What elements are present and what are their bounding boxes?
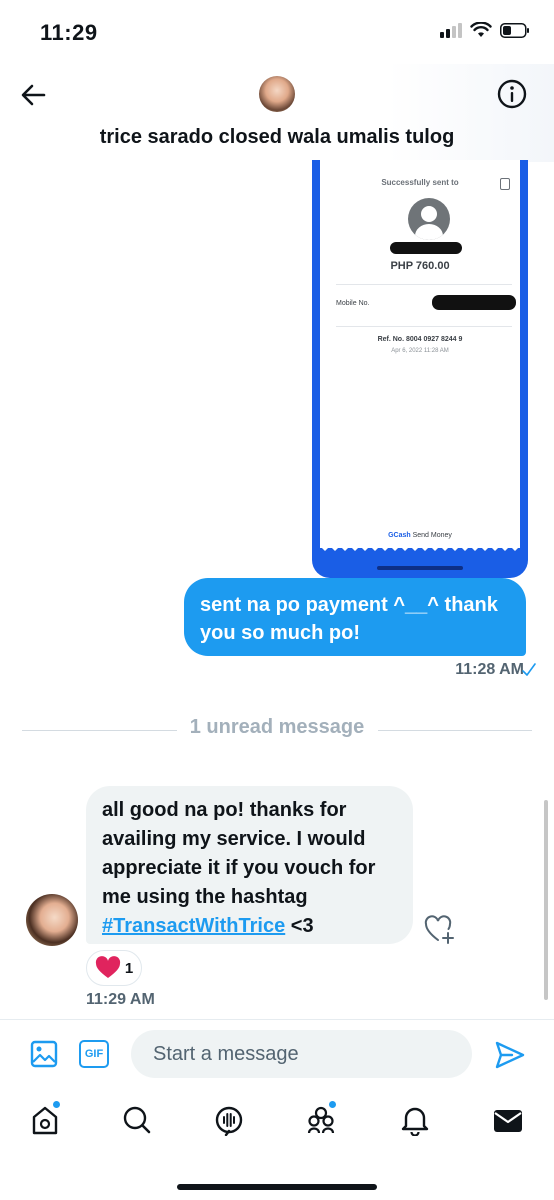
incoming-message-bubble[interactable]: all good na po! thanks for availing my s… (86, 786, 413, 944)
send-icon[interactable] (494, 1040, 526, 1070)
hashtag-link[interactable]: #TransactWithTrice (102, 915, 285, 937)
receipt-date: Apr 6, 2022 11:28 AM (391, 348, 449, 354)
reaction-count: 1 (124, 959, 134, 977)
battery-icon (500, 22, 529, 38)
gif-icon[interactable]: GIF (79, 1040, 109, 1068)
receipt-reference: Ref. No. 8004 0927 8244 9 (377, 336, 463, 343)
search-icon[interactable] (122, 1104, 152, 1136)
conversation-header: trice sarado closed wala umalis tulog (0, 64, 554, 162)
receipt-image-attachment[interactable]: Successfully sent to PHP 760.00 Mobile N… (312, 160, 528, 578)
receipt-heading: Successfully sent to (381, 178, 459, 187)
outgoing-message-bubble[interactable]: sent na po payment ^__^ thank you so muc… (184, 578, 526, 656)
receipt-divider (336, 284, 512, 285)
incoming-message-text: all good na po! thanks for availing my s… (102, 799, 376, 908)
cellular-signal-icon (440, 22, 462, 38)
receipt-divider (336, 326, 512, 327)
scrollbar[interactable] (544, 800, 548, 1000)
redacted-mobile (432, 295, 516, 310)
conversation-title[interactable]: trice sarado closed wala umalis tulog (0, 126, 554, 149)
sender-avatar[interactable] (26, 894, 78, 946)
receipt-brand: GCash Send Money (388, 532, 452, 539)
composer-divider (0, 1019, 554, 1020)
recipient-avatar (408, 198, 450, 240)
bell-icon[interactable] (400, 1104, 430, 1136)
status-icons (440, 22, 530, 38)
add-reaction-icon[interactable] (424, 914, 456, 944)
message-input[interactable] (131, 1030, 472, 1078)
redacted-name (390, 242, 462, 254)
unread-divider-label: 1 unread message (189, 716, 365, 738)
wifi-icon (470, 22, 492, 37)
status-time: 11:29 (40, 20, 98, 45)
download-icon (500, 178, 510, 190)
receipt-card: Successfully sent to PHP 760.00 Mobile N… (320, 160, 520, 548)
info-icon[interactable] (496, 78, 528, 110)
outgoing-message-time: 11:28 AM (455, 661, 524, 678)
back-arrow-icon[interactable] (18, 80, 48, 110)
communities-notification-dot (328, 1100, 337, 1109)
home-indicator (177, 1184, 377, 1190)
receipt-amount: PHP 760.00 (390, 260, 450, 272)
receipt-edge (320, 542, 520, 551)
sent-check-icon (522, 663, 536, 676)
heart-icon (95, 956, 120, 978)
image-icon[interactable] (30, 1040, 58, 1068)
spaces-icon[interactable] (214, 1104, 244, 1136)
home-notification-dot (52, 1100, 61, 1109)
unread-divider-line (378, 730, 532, 731)
header-avatar[interactable] (259, 76, 295, 112)
incoming-message-suffix: <3 (290, 915, 314, 937)
heart-reaction[interactable]: 1 (86, 950, 142, 986)
incoming-message-time: 11:29 AM (86, 991, 155, 1008)
receipt-home-indicator (377, 566, 463, 570)
receipt-mobile-label: Mobile No. (336, 300, 370, 307)
mail-icon[interactable] (493, 1104, 523, 1136)
